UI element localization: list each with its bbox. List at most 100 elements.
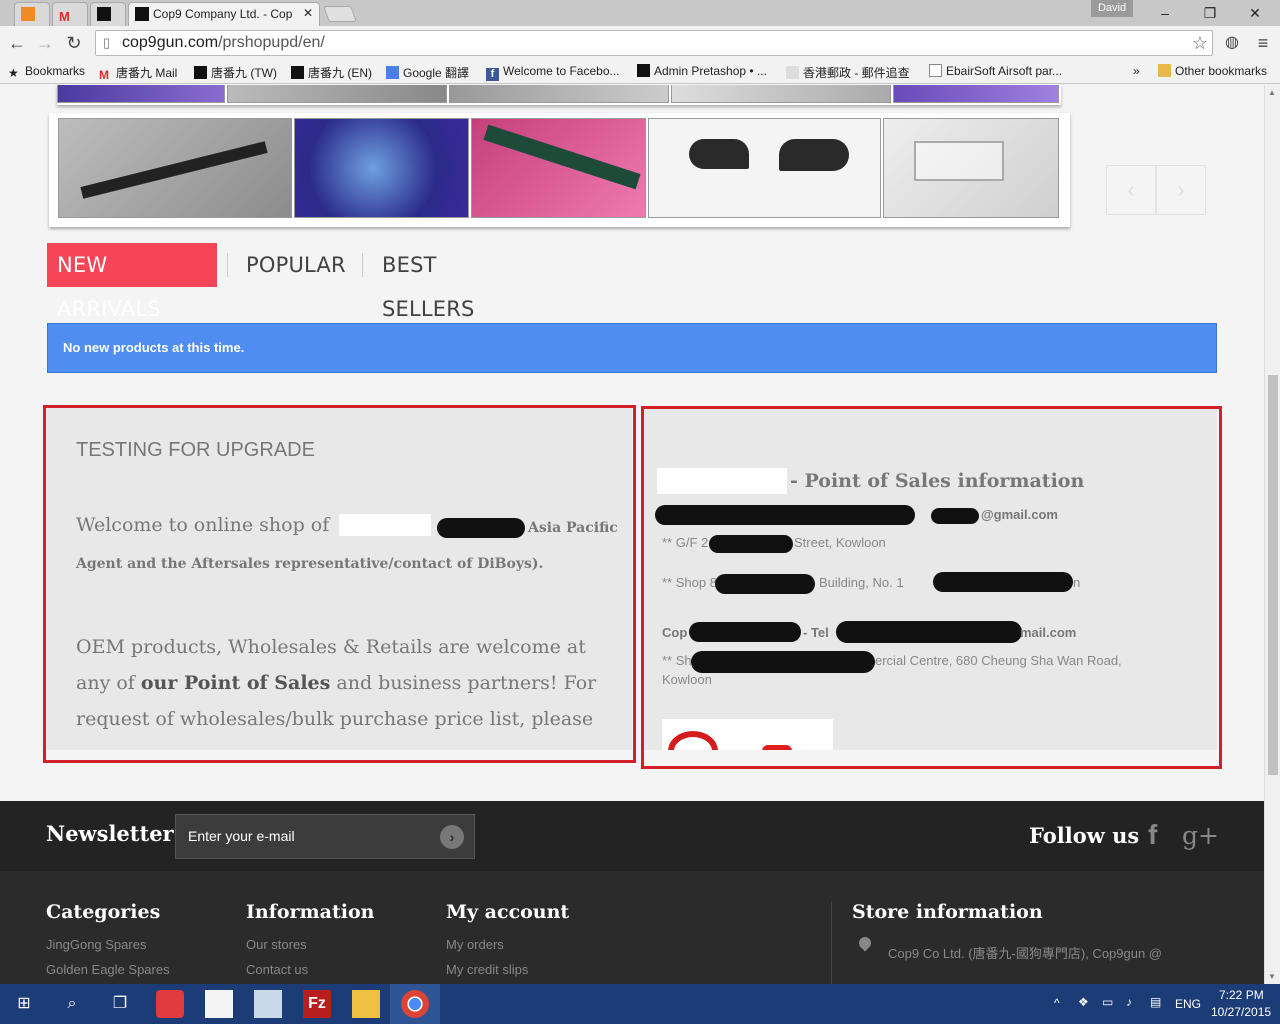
bookmark-admin[interactable]: Admin Pretashop • ...: [637, 64, 767, 78]
tab-popular[interactable]: POPULAR: [246, 243, 346, 287]
store-info-title: Store information: [852, 901, 1043, 923]
product-thumbnail[interactable]: [227, 85, 447, 103]
bookmark-label: 唐番九 Mail: [116, 66, 178, 80]
newsletter-title: Newsletter: [46, 821, 174, 846]
hopup-shape: [914, 141, 1004, 181]
newsletter-email-input[interactable]: Enter your e-mail ›: [175, 814, 475, 859]
google-plus-icon[interactable]: g+: [1182, 821, 1219, 850]
email-placeholder: Enter your e-mail: [188, 828, 295, 844]
bookmark-en[interactable]: 唐番九 (EN): [291, 64, 372, 81]
back-icon[interactable]: ←: [6, 32, 28, 54]
bookmark-other[interactable]: Other bookmarks: [1158, 64, 1267, 78]
bookmark-label: 唐番九 (EN): [308, 66, 372, 80]
tab-analytics[interactable]: [14, 2, 50, 26]
new-tab-button[interactable]: [323, 6, 357, 22]
scroll-thumb[interactable]: [1268, 375, 1278, 775]
bookmark-label: 唐番九 (TW): [211, 66, 277, 80]
product-thumbnail[interactable]: [648, 118, 881, 218]
facebook-icon[interactable]: f: [1148, 819, 1157, 851]
my-account-title: My account: [446, 901, 570, 923]
task-view-icon[interactable]: ❐: [106, 990, 134, 1018]
product-thumbnail[interactable]: [883, 118, 1059, 218]
windows-start-icon[interactable]: ⊞: [10, 990, 38, 1018]
cop9-favicon: [194, 66, 207, 79]
credit-slips-link[interactable]: My credit slips: [446, 962, 528, 977]
notification-icon[interactable]: ▤: [1150, 995, 1161, 1009]
filezilla-icon[interactable]: Fz: [303, 990, 331, 1018]
category-link[interactable]: JingGong Spares: [46, 937, 146, 952]
reload-icon[interactable]: ↻: [63, 32, 85, 54]
dropbox-icon[interactable]: ❖: [1078, 995, 1089, 1009]
windows-taskbar: ⊞ ⌕ ❐ Fz ^ ❖ ▭ ♪ ▤ ENG 7:22 PM 10/27/201…: [0, 984, 1280, 1024]
product-thumbnail[interactable]: [671, 85, 891, 103]
star-icon: ★: [8, 66, 19, 80]
footer-links: Categories JingGong Spares Golden Eagle …: [0, 871, 1264, 984]
highlight-box-right: [641, 406, 1222, 769]
hop-arm-shape: [80, 141, 268, 199]
bookmark-facebook[interactable]: f Welcome to Facebo...: [486, 64, 620, 81]
calculator-app-icon[interactable]: [205, 990, 233, 1018]
hongkong-post-icon: [786, 66, 799, 79]
product-thumbnail[interactable]: [449, 85, 669, 103]
follow-us-title: Follow us: [1029, 823, 1140, 848]
forward-icon[interactable]: →: [34, 32, 56, 54]
carousel-next-button[interactable]: ›: [1156, 165, 1206, 215]
close-tab-icon[interactable]: ✕: [303, 6, 313, 20]
contact-us-link[interactable]: Contact us: [246, 962, 308, 977]
bookmark-tw[interactable]: 唐番九 (TW): [194, 64, 277, 81]
close-window-icon[interactable]: ✕: [1235, 2, 1275, 24]
restore-icon[interactable]: ❐: [1190, 2, 1230, 24]
our-stores-link[interactable]: Our stores: [246, 937, 307, 952]
bookmark-label: 香港郵政 - 郵件追查: [803, 66, 910, 80]
category-link[interactable]: Golden Eagle Spares: [46, 962, 170, 977]
bookmark-hongkong-post[interactable]: 香港郵政 - 郵件追查: [786, 64, 910, 81]
chrome-icon[interactable]: [401, 990, 429, 1018]
submit-arrow-icon[interactable]: ›: [440, 825, 464, 849]
page-scrollbar[interactable]: ▲ ▼: [1264, 85, 1280, 984]
product-thumbnail[interactable]: [893, 85, 1059, 103]
product-thumbnail[interactable]: [294, 118, 469, 218]
footer-divider: [831, 901, 832, 984]
bookmark-google-translate[interactable]: Google 翻譯: [386, 64, 469, 81]
gmail-icon: M: [99, 68, 109, 82]
network-icon[interactable]: ▭: [1102, 995, 1113, 1009]
network-app-icon[interactable]: [254, 990, 282, 1018]
clock-time[interactable]: 7:22 PM: [1219, 988, 1264, 1002]
star-icon[interactable]: ☆: [1192, 31, 1208, 55]
tab-best-sellers[interactable]: BEST SELLERS: [382, 243, 475, 321]
tab-active[interactable]: Cop9 Company Ltd. - Cop ✕: [128, 2, 320, 26]
volume-icon[interactable]: ♪: [1126, 995, 1132, 1009]
address-bar[interactable]: ▯ cop9gun.com/prshopupd/en/ ☆: [95, 30, 1213, 56]
bookmark-bookmarks[interactable]: ★ Bookmarks: [8, 64, 85, 80]
facebook-icon: f: [486, 68, 499, 81]
url-host: cop9gun.com: [122, 34, 219, 51]
tab-cop9[interactable]: [90, 2, 126, 26]
folder-icon: [1158, 64, 1171, 77]
tab-gmail[interactable]: M: [52, 2, 88, 26]
scroll-up-icon[interactable]: ▲: [1268, 88, 1276, 97]
clock-date[interactable]: 10/27/2015: [1211, 1005, 1271, 1019]
product-thumbnail[interactable]: [58, 118, 292, 218]
store-app-icon[interactable]: [156, 990, 184, 1018]
bookmark-label: Admin Pretashop • ...: [654, 64, 767, 78]
bookmarks-overflow[interactable]: »: [1133, 64, 1140, 78]
file-explorer-icon[interactable]: [352, 990, 380, 1018]
bookmark-mail[interactable]: M 唐番九 Mail: [99, 64, 177, 82]
analytics-icon: [21, 7, 35, 21]
my-orders-link[interactable]: My orders: [446, 937, 504, 952]
search-icon[interactable]: ⌕: [58, 990, 86, 1018]
language-indicator[interactable]: ENG: [1175, 997, 1201, 1011]
bookmark-label: EbairSoft Airsoft par...: [946, 64, 1063, 78]
product-thumbnail[interactable]: [471, 118, 646, 218]
menu-icon[interactable]: ≡: [1252, 32, 1274, 54]
tray-expand-icon[interactable]: ^: [1054, 996, 1060, 1010]
url-path: /prshopupd/en/: [218, 34, 325, 51]
product-thumbnail[interactable]: [57, 85, 225, 103]
scroll-down-icon[interactable]: ▼: [1268, 972, 1276, 981]
extension-icon[interactable]: ◍: [1221, 32, 1243, 54]
bookmark-ebairsoft[interactable]: EbairSoft Airsoft par...: [929, 64, 1062, 78]
tab-new-arrivals[interactable]: NEW ARRIVALS: [47, 243, 217, 321]
minimize-icon[interactable]: –: [1145, 2, 1185, 24]
profile-button[interactable]: David: [1091, 0, 1133, 17]
carousel-prev-button[interactable]: ‹: [1106, 165, 1156, 215]
